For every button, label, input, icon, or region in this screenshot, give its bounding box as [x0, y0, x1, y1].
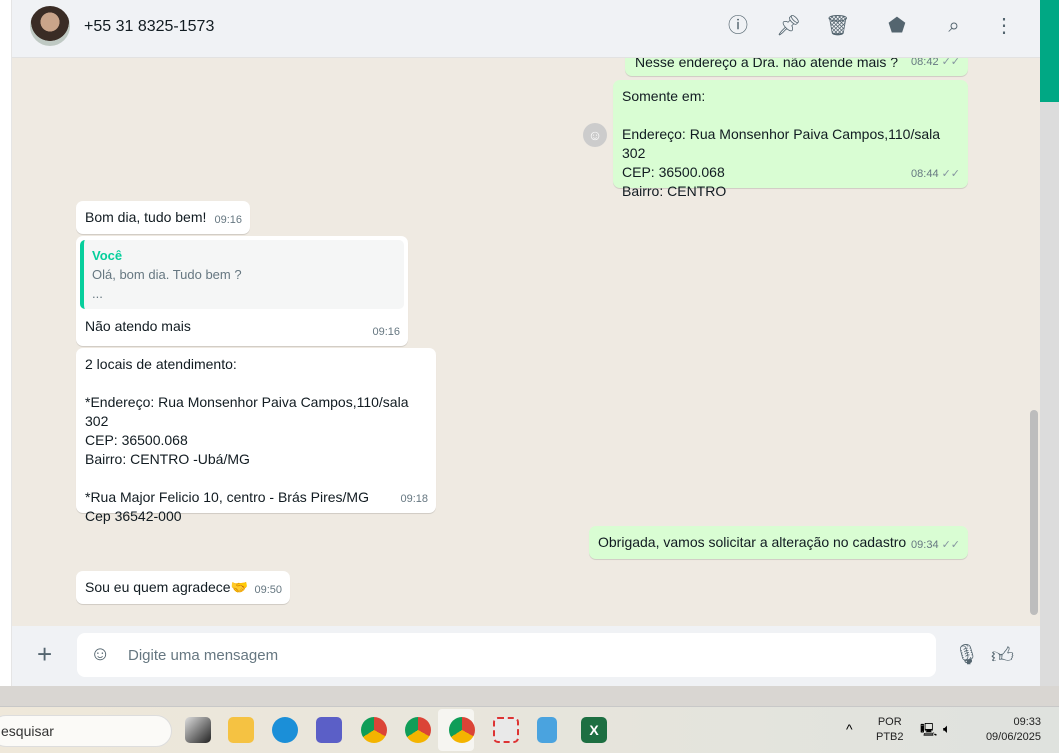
clock-date: 09/06/2025: [985, 731, 1041, 743]
chevron-up-icon[interactable]: ^: [846, 721, 853, 737]
double-check-icon: ✓✓: [941, 539, 960, 551]
composer: + ☺ Digite uma mensagem 🎙︎ 👍︎: [12, 626, 1040, 686]
avatar[interactable]: [30, 6, 70, 46]
right-panel: [1040, 0, 1059, 686]
pin-icon[interactable]: 📌︎: [776, 14, 801, 38]
message-time: 08:44: [911, 168, 939, 180]
double-check-icon: ✓✓: [941, 58, 960, 68]
taskbar-search[interactable]: esquisar: [0, 715, 172, 747]
quote-line: Olá, bom dia. Tudo bem ?: [92, 267, 242, 282]
message-line: Somente em:: [622, 88, 706, 104]
message-line: Bairro: CENTRO: [622, 183, 727, 199]
clock-time: 09:33: [1013, 716, 1041, 728]
message-line: CEP: 36500.068: [622, 164, 725, 180]
plus-icon[interactable]: +: [37, 640, 52, 668]
window-bottom: [0, 686, 1059, 706]
language-indicator[interactable]: POR PTB2: [876, 715, 904, 745]
message-time: 09:34: [911, 539, 939, 551]
chrome-icon-active[interactable]: [449, 717, 475, 743]
message-time: 09:16: [214, 214, 242, 226]
message-in[interactable]: Você Olá, bom dia. Tudo bem ? ... Não at…: [76, 236, 408, 346]
message-input[interactable]: ☺ Digite uma mensagem: [77, 633, 936, 677]
message-time: 09:18: [400, 493, 428, 505]
message-time: 09:50: [254, 584, 282, 596]
contact-name[interactable]: +55 31 8325-1573: [84, 18, 214, 36]
message-line: Endereço: Rua Monsenhor Paiva Campos,110…: [622, 126, 941, 161]
chrome-icon[interactable]: [361, 717, 387, 743]
message-list: Nesse endereço a Dra. não atende mais ? …: [12, 58, 1040, 626]
search-icon[interactable]: ⌕: [942, 14, 966, 38]
info-icon[interactable]: ⓘ: [726, 14, 750, 38]
clock[interactable]: 09:33 09/06/2025: [975, 715, 1041, 745]
thumbs-up-icon[interactable]: 👍︎: [991, 642, 1014, 669]
message-out[interactable]: Nesse endereço a Dra. não atende mais ? …: [625, 58, 968, 76]
notepad-icon[interactable]: [537, 717, 557, 743]
message-in[interactable]: Bom dia, tudo bem! 09:16: [76, 201, 250, 234]
message-line: *Rua Major Felicio 10, centro - Brás Pir…: [85, 489, 369, 505]
quote-line: ...: [92, 286, 103, 301]
message-time: 09:16: [372, 326, 400, 338]
quote-author: Você: [92, 248, 123, 263]
network-icon[interactable]: 🖳: [920, 721, 937, 743]
microphone-icon[interactable]: 🎙︎: [954, 642, 979, 667]
chat-header: +55 31 8325-1573 ⓘ 📌︎ 🗑︎ ⬟ ⌕ ⋮: [12, 0, 1040, 58]
message-line: *Endereço: Rua Monsenhor Paiva Campos,11…: [85, 394, 409, 429]
message-text: Não atendo mais: [85, 318, 191, 334]
snipping-tool-icon[interactable]: [493, 717, 519, 743]
message-in[interactable]: Sou eu quem agradece🤝 09:50: [76, 571, 290, 604]
message-out[interactable]: Obrigada, vamos solicitar a alteração no…: [589, 526, 968, 559]
message-text: Bom dia, tudo bem!: [85, 209, 207, 225]
quoted-message[interactable]: Você Olá, bom dia. Tudo bem ? ...: [80, 240, 404, 309]
message-time: 08:42: [911, 58, 939, 68]
double-check-icon: ✓✓: [941, 168, 960, 180]
sticker-icon[interactable]: ☺: [90, 643, 110, 666]
trash-icon[interactable]: 🗑︎: [825, 14, 850, 38]
emoji-react-icon[interactable]: ☺: [583, 123, 607, 147]
task-view-icon[interactable]: [185, 717, 211, 743]
message-in[interactable]: 2 locais de atendimento: *Endereço: Rua …: [76, 348, 436, 524]
message-line: 2 locais de atendimento:: [85, 356, 237, 372]
message-text: Obrigada, vamos solicitar a alteração no…: [598, 534, 907, 550]
message-line: Cep 36542-000: [85, 508, 182, 524]
message-line: Bairro: CENTRO -Ubá/MG: [85, 451, 250, 467]
label-icon[interactable]: ⬟: [885, 14, 909, 38]
excel-icon[interactable]: X: [581, 717, 607, 743]
message-text: Sou eu quem agradece🤝: [85, 579, 248, 595]
left-strip: [0, 0, 12, 686]
file-explorer-icon[interactable]: [228, 717, 254, 743]
message-out[interactable]: Somente em: Endereço: Rua Monsenhor Paiv…: [613, 80, 968, 199]
scrollbar[interactable]: [1030, 410, 1038, 615]
menu-icon[interactable]: ⋮: [992, 14, 1016, 38]
edge-icon[interactable]: [272, 717, 298, 743]
message-text: Nesse endereço a Dra. não atende mais ?: [635, 58, 899, 70]
green-accent-bar: [1040, 0, 1059, 102]
volume-icon[interactable]: 🔈︎: [943, 721, 951, 737]
teams-icon[interactable]: [316, 717, 342, 743]
keyboard-layout: PTB2: [876, 731, 904, 743]
message-line: CEP: 36500.068: [85, 432, 188, 448]
lang-code: POR: [877, 716, 902, 728]
input-placeholder: Digite uma mensagem: [128, 647, 279, 664]
taskbar: esquisar X ^ POR PTB2 🖳 🔈︎ 09:33 09/06/2…: [0, 706, 1059, 753]
chrome-icon[interactable]: [405, 717, 431, 743]
